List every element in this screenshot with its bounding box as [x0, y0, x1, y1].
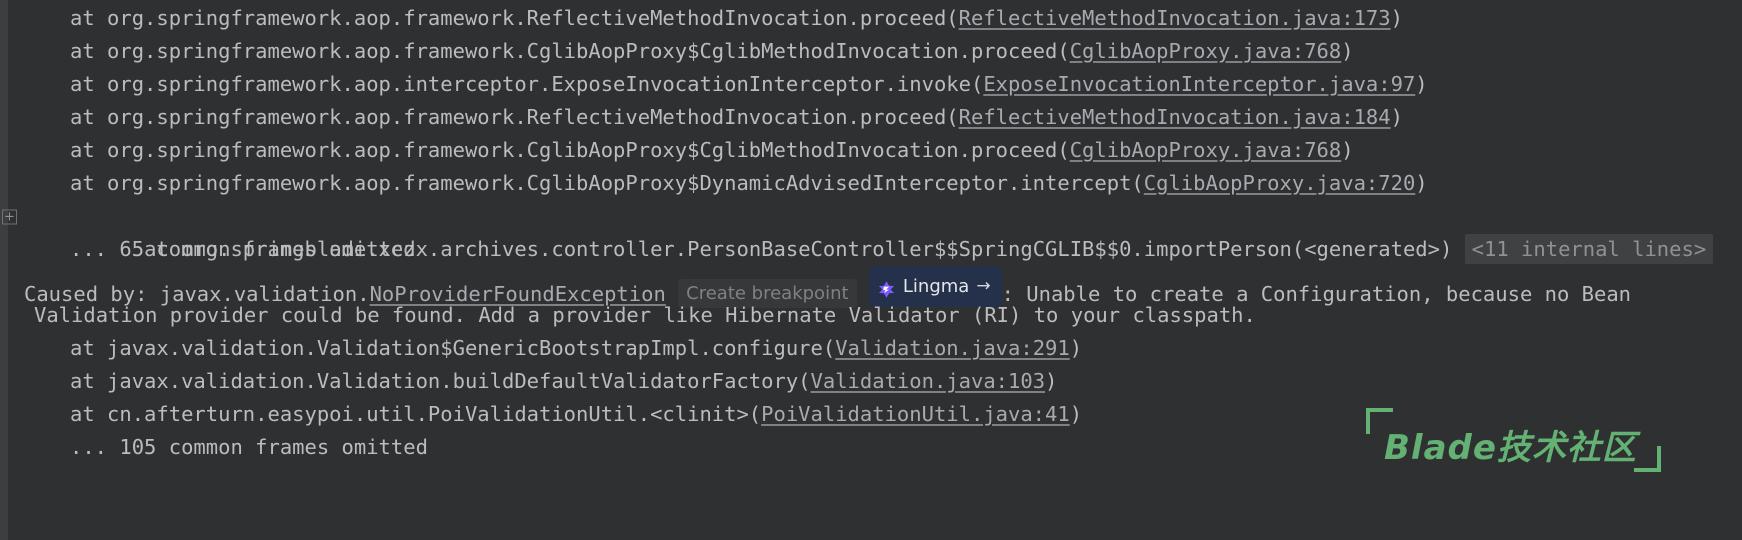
stack-frame-text: at org.springframework.aop.framework.Cgl… — [70, 39, 1070, 63]
stack-frame-paren: ) — [1045, 369, 1058, 393]
source-link[interactable]: Validation.java:103 — [811, 369, 1046, 393]
stack-trace-area: at org.springframework.aop.framework.Ref… — [2, 0, 1742, 540]
stack-frame-line: at org.springframework.aop.framework.Cgl… — [8, 35, 1742, 68]
caused-by-message-wrap: Validation provider could be found. Add … — [34, 303, 1256, 327]
stack-frame-text: at org.springframework.aop.framework.Ref… — [70, 105, 959, 129]
stack-frame-line: at org.springframework.aop.interceptor.E… — [8, 68, 1742, 101]
omitted-frames-line: ... 65 common frames omitted — [70, 237, 416, 261]
stack-frame-text: at org.springframework.aop.framework.Cgl… — [70, 138, 1070, 162]
stack-frame-line: at org.springframework.aop.framework.Ref… — [8, 101, 1742, 134]
stack-frame-text: at org.springframework.aop.interceptor.E… — [70, 72, 984, 96]
stack-frame-text: at org.springframework.aop.framework.Ref… — [70, 6, 959, 30]
stack-frame-paren: ) — [1341, 39, 1354, 63]
source-link[interactable]: CglibAopProxy.java:768 — [1070, 138, 1342, 162]
editor-gutter-strip — [0, 0, 8, 540]
source-link[interactable]: CglibAopProxy.java:720 — [1144, 171, 1416, 195]
caused-by-line: Caused by: javax.validation.NoProviderFo… — [8, 266, 1742, 308]
stack-frame-line: at javax.validation.Validation$GenericBo… — [8, 332, 1742, 365]
stack-frame-line: at org.springframework.aop.framework.Cgl… — [8, 167, 1742, 200]
stack-frame-text: at javax.validation.Validation$GenericBo… — [70, 336, 836, 360]
source-link[interactable]: ReflectiveMethodInvocation.java:184 — [959, 105, 1391, 129]
source-link[interactable]: ExposeInvocationInterceptor.java:97 — [983, 72, 1415, 96]
stack-frame-line: at org.springframework.aop.framework.Ref… — [8, 2, 1742, 35]
expand-frames-icon[interactable]: + — [2, 209, 17, 224]
stack-frame-line: at javax.validation.Validation.buildDefa… — [8, 365, 1742, 398]
stack-frame-paren: ) — [1415, 72, 1428, 96]
stack-frame-paren: ) — [1341, 138, 1354, 162]
stack-frame-line-collapsed: + at org.springblade.xczx.archives.contro… — [2, 200, 1742, 264]
lingma-star-icon — [877, 277, 896, 298]
omitted-frames-line: ... 105 common frames omitted — [70, 435, 428, 459]
stack-frame-paren: ) — [1069, 336, 1083, 360]
source-link[interactable]: Validation.java:291 — [835, 336, 1070, 360]
stack-frame-line: at org.springframework.aop.framework.Cgl… — [8, 134, 1742, 167]
source-link[interactable]: PoiValidationUtil.java:41 — [761, 402, 1070, 426]
stack-frame-line: at cn.afterturn.easypoi.util.PoiValidati… — [8, 398, 1742, 431]
stack-frame-paren: ) — [1390, 105, 1403, 129]
source-link[interactable]: CglibAopProxy.java:768 — [1070, 39, 1342, 63]
stack-frame-paren: ) — [1390, 6, 1403, 30]
stack-frame-text: at javax.validation.Validation.buildDefa… — [70, 369, 811, 393]
console-output-panel[interactable]: at org.springframework.aop.framework.Ref… — [0, 0, 1742, 540]
stack-frame-paren: ) — [1069, 402, 1083, 426]
stack-frame-text: at cn.afterturn.easypoi.util.PoiValidati… — [70, 402, 762, 426]
stack-frame-text: at org.springframework.aop.framework.Cgl… — [70, 171, 1144, 195]
source-link[interactable]: ReflectiveMethodInvocation.java:173 — [959, 6, 1391, 30]
stack-frame-paren: ) — [1415, 171, 1428, 195]
